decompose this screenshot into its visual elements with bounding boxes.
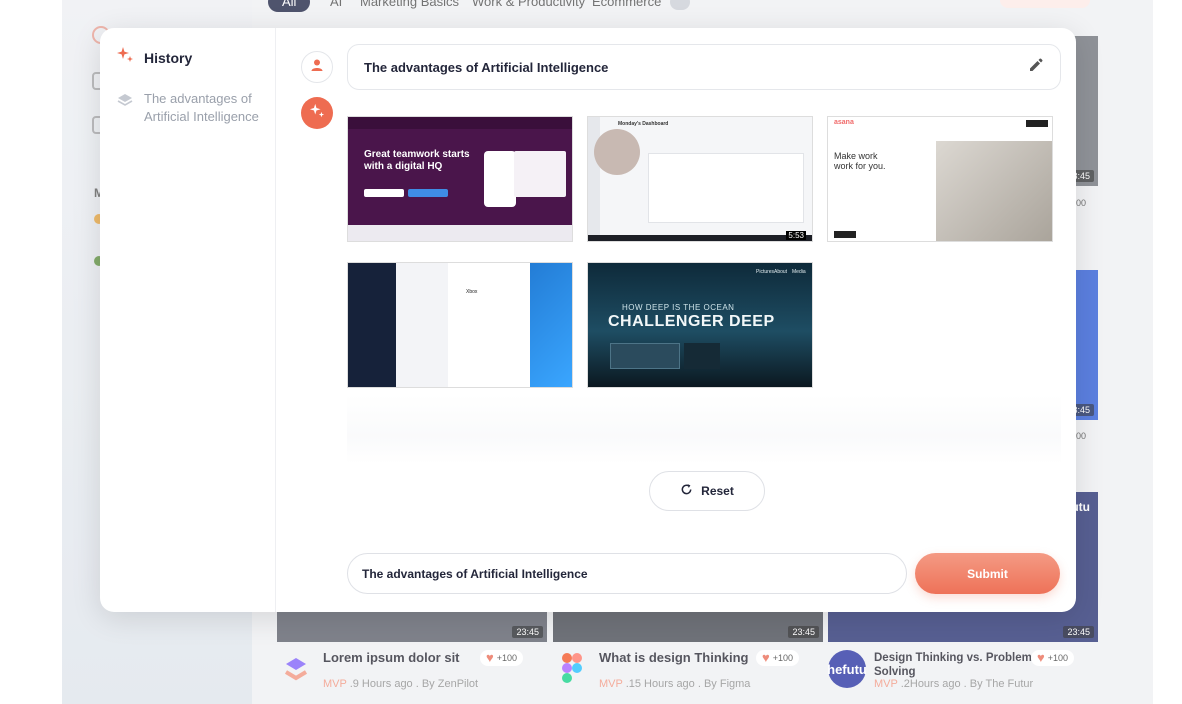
thumbnail-presenter xyxy=(594,129,640,175)
thumbnail-button xyxy=(408,189,448,197)
user-icon xyxy=(310,58,324,77)
history-item-label: The advantages of Artificial Intelligenc… xyxy=(144,91,259,124)
windows-app-result[interactable]: Xbox xyxy=(347,262,573,388)
submit-button[interactable]: Submit xyxy=(915,553,1060,594)
duration-badge: 5:53 xyxy=(786,231,806,240)
history-item[interactable]: The advantages of Artificial Intelligenc… xyxy=(116,90,268,126)
result-headline: Make work work for you. xyxy=(834,151,886,171)
result-subheadline: CHALLENGER DEEP xyxy=(608,313,775,330)
layers-icon xyxy=(116,92,134,115)
result-headline: Xbox xyxy=(466,289,478,295)
history-sidebar: History The advantages of Artificial Int… xyxy=(100,28,276,612)
reset-label: Reset xyxy=(701,484,734,498)
thumbnail-map xyxy=(610,343,680,369)
thumbnail-footer xyxy=(348,225,572,241)
edit-icon[interactable] xyxy=(1028,57,1044,78)
thumbnail-detail: Xbox xyxy=(448,263,530,387)
thumbnail-phone xyxy=(484,151,516,207)
result-headline: Monday's Dashboard xyxy=(618,121,669,127)
thumbnail-video xyxy=(684,343,720,369)
user-avatar xyxy=(301,51,333,83)
thumbnail-photo xyxy=(936,141,1052,241)
sparkle-icon xyxy=(309,103,325,124)
query-text: The advantages of Artificial Intelligenc… xyxy=(364,59,609,75)
thumbnail-board xyxy=(648,153,804,223)
thumbnail-sidebar xyxy=(348,263,396,387)
nav-item: Pictures xyxy=(756,269,775,275)
thumbnail-sidebar xyxy=(588,117,600,241)
thumbnail-list xyxy=(396,263,454,387)
thumbnail-player-bar xyxy=(588,235,812,241)
result-headline: HOW DEEP IS THE OCEAN xyxy=(622,303,735,312)
nav-item: About xyxy=(774,269,788,275)
slack-result[interactable]: Great teamwork starts with a digital HQ xyxy=(347,116,573,242)
history-title: History xyxy=(144,49,193,66)
thumbnail-button xyxy=(364,189,404,197)
ai-avatar xyxy=(301,97,333,129)
results-grid: Great teamwork starts with a digital HQ … xyxy=(347,116,1053,388)
thumbnail-button xyxy=(834,231,856,238)
result-headline: Great teamwork starts with a digital HQ xyxy=(364,149,470,172)
chat-panel: The advantages of Artificial Intelligenc… xyxy=(276,28,1076,612)
thumbnail-button xyxy=(1026,120,1048,127)
thumbnail-navbar xyxy=(348,117,572,129)
prompt-input[interactable] xyxy=(362,566,892,581)
history-header: History xyxy=(116,46,192,69)
query-message: The advantages of Artificial Intelligenc… xyxy=(347,44,1061,90)
ocean-result[interactable]: Pictures About Media HOW DEEP IS THE OCE… xyxy=(587,262,813,388)
monday-result[interactable]: Monday's Dashboard 5:53 xyxy=(587,116,813,242)
results-fade xyxy=(347,394,1061,464)
refresh-icon xyxy=(680,483,693,499)
prompt-input-wrapper[interactable] xyxy=(347,553,907,594)
asana-logo: asana xyxy=(834,119,854,126)
thumbnail-panel xyxy=(514,151,566,197)
asana-result[interactable]: asana Make work work for you. xyxy=(827,116,1053,242)
reset-button[interactable]: Reset xyxy=(649,471,765,511)
ai-search-modal: History The advantages of Artificial Int… xyxy=(100,28,1076,612)
sparkle-icon xyxy=(116,46,134,69)
nav-item: Media xyxy=(792,269,806,275)
